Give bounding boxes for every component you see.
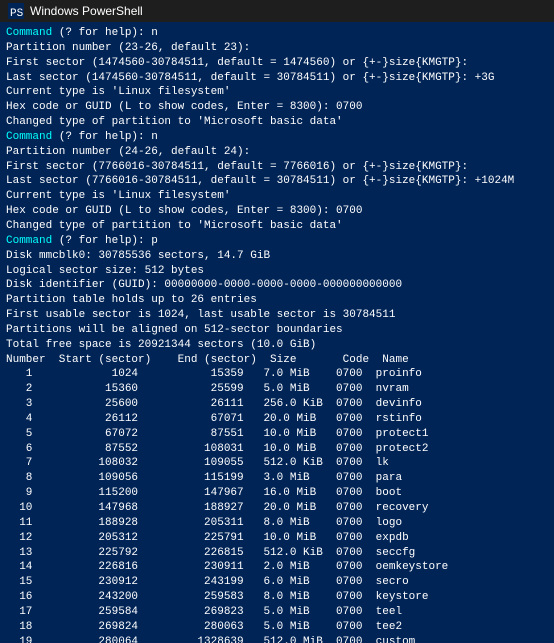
terminal-line: Disk identifier (GUID): 00000000-0000-00… [6,278,548,293]
terminal-line: 2 15360 25599 5.0 MiB 0700 nvram [6,382,548,397]
terminal-line: Partition number (24-26, default 24): [6,145,548,160]
terminal-line: Last sector (7766016-30784511, default =… [6,174,548,189]
terminal-line: 7 108032 109055 512.0 KiB 0700 lk [6,456,548,471]
title-bar: PS Windows PowerShell [0,0,554,22]
terminal-line: 19 280064 1328639 512.0 MiB 0700 custom [6,635,548,643]
terminal-line: Command (? for help): p [6,234,548,249]
terminal-line: Last sector (1474560-30784511, default =… [6,71,548,86]
terminal-line: 6 87552 108031 10.0 MiB 0700 protect2 [6,442,548,457]
terminal-line: First usable sector is 1024, last usable… [6,308,548,323]
terminal-line: 4 26112 67071 20.0 MiB 0700 rstinfo [6,412,548,427]
terminal-line: Current type is 'Linux filesystem' [6,189,548,204]
terminal-line: 16 243200 259583 8.0 MiB 0700 keystore [6,590,548,605]
terminal-line: Current type is 'Linux filesystem' [6,85,548,100]
terminal-line: Disk mmcblk0: 30785536 sectors, 14.7 GiB [6,249,548,264]
terminal-line: 14 226816 230911 2.0 MiB 0700 oemkeystor… [6,560,548,575]
terminal-line: First sector (1474560-30784511, default … [6,56,548,71]
terminal-line: 10 147968 188927 20.0 MiB 0700 recovery [6,501,548,516]
powershell-icon: PS [8,3,24,19]
terminal-line: First sector (7766016-30784511, default … [6,160,548,175]
terminal-line: 15 230912 243199 6.0 MiB 0700 secro [6,575,548,590]
terminal-line: 18 269824 280063 5.0 MiB 0700 tee2 [6,620,548,635]
terminal-line: Partitions will be aligned on 512-sector… [6,323,548,338]
terminal-line: Number Start (sector) End (sector) Size … [6,353,548,368]
terminal-line: Command (? for help): n [6,130,548,145]
terminal-line: Partition number (23-26, default 23): [6,41,548,56]
terminal-line: Changed type of partition to 'Microsoft … [6,115,548,130]
terminal-line: Hex code or GUID (L to show codes, Enter… [6,204,548,219]
terminal-line: Changed type of partition to 'Microsoft … [6,219,548,234]
terminal-line: 1 1024 15359 7.0 MiB 0700 proinfo [6,367,548,382]
svg-text:PS: PS [10,8,24,19]
terminal-line: 9 115200 147967 16.0 MiB 0700 boot [6,486,548,501]
terminal-line: Logical sector size: 512 bytes [6,264,548,279]
terminal-line: 8 109056 115199 3.0 MiB 0700 para [6,471,548,486]
terminal-line: 3 25600 26111 256.0 KiB 0700 devinfo [6,397,548,412]
title-bar-text: Windows PowerShell [30,4,546,18]
terminal-line: 11 188928 205311 8.0 MiB 0700 logo [6,516,548,531]
terminal-line: 13 225792 226815 512.0 KiB 0700 seccfg [6,546,548,561]
terminal-line: Partition table holds up to 26 entries [6,293,548,308]
terminal[interactable]: Command (? for help): nPartition number … [0,22,554,643]
terminal-line: Command (? for help): n [6,26,548,41]
terminal-line: 17 259584 269823 5.0 MiB 0700 teel [6,605,548,620]
terminal-line: Hex code or GUID (L to show codes, Enter… [6,100,548,115]
terminal-line: 5 67072 87551 10.0 MiB 0700 protect1 [6,427,548,442]
terminal-line: 12 205312 225791 10.0 MiB 0700 expdb [6,531,548,546]
terminal-line: Total free space is 20921344 sectors (10… [6,338,548,353]
